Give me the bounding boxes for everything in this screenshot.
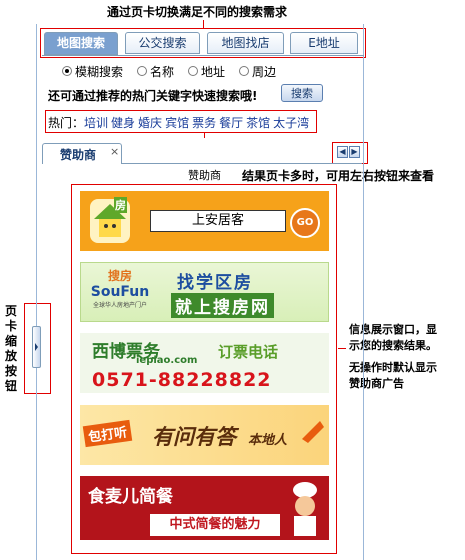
hot-label: 热门： [48, 116, 85, 130]
radio-fuzzy[interactable]: 模糊搜索 [62, 63, 123, 80]
ad-banner-baodating[interactable]: 包打听 有问有答 本地人 [80, 405, 329, 465]
pointer-icon [302, 421, 324, 443]
search-mode-radios: 模糊搜索 名称 地址 周边 [62, 62, 290, 80]
next-result-button[interactable]: ▶ [349, 146, 360, 158]
ad-banner-iepiao[interactable]: 西博票务 iepiao.com 订票电话 0571-88228822 [80, 333, 329, 393]
tab-sponsor-label: 赞助商 [60, 148, 97, 162]
tab-e-address[interactable]: E地址 [290, 32, 358, 54]
ad-banner-soufun[interactable]: 搜房 SouFun 全球华人房地产门户 找学区房 就上搜房网 [80, 262, 329, 322]
hot-keyword[interactable]: 婚庆 [138, 116, 162, 130]
hot-keyword-hint: 还可通过推荐的热门关键字快速搜索哦! [48, 89, 258, 103]
radio-icon[interactable] [62, 66, 72, 76]
tab-find-store[interactable]: 地图找店 [207, 32, 284, 54]
hot-keyword[interactable]: 茶馆 [246, 116, 270, 130]
close-icon[interactable]: × [110, 145, 119, 158]
soufun-logo: 搜房 SouFun 全球华人房地产门户 [90, 269, 150, 309]
hot-keyword[interactable]: 健身 [111, 116, 135, 130]
radio-name[interactable]: 名称 [137, 63, 174, 80]
panel-collapse-button[interactable] [32, 326, 41, 368]
search-button[interactable]: 搜索 [281, 84, 323, 102]
radio-icon[interactable] [239, 66, 250, 76]
radio-address[interactable]: 地址 [188, 63, 225, 80]
hot-keyword[interactable]: 宾馆 [165, 116, 189, 130]
chef-icon [286, 480, 324, 538]
radio-icon[interactable] [137, 66, 148, 76]
tab-sponsor[interactable]: 赞助商 × [42, 143, 122, 164]
search-tab-bar: 地图搜索 公交搜索 地图找店 E地址 [42, 30, 364, 56]
radio-icon[interactable] [188, 66, 199, 76]
tab-map-search[interactable]: 地图搜索 [44, 32, 118, 55]
hot-keyword[interactable]: 太子湾 [273, 116, 309, 130]
ad-text: 上安居客 [150, 210, 286, 232]
radio-nearby[interactable]: 周边 [239, 63, 276, 80]
tab-bus-search[interactable]: 公交搜索 [125, 32, 200, 54]
annotation-collapse-note: 页 卡 缩 放 按 钮 [4, 304, 17, 393]
hot-keyword[interactable]: 餐厅 [219, 116, 243, 130]
house-icon: 房 [90, 197, 130, 243]
chevron-right-icon [35, 343, 38, 351]
prev-result-button[interactable]: ◀ [337, 146, 348, 158]
ad-banner-shimaier[interactable]: 食麦儿简餐 中式简餐的魅力 [80, 476, 329, 540]
ad-banner-anjuke[interactable]: 房 上安居客 GO [80, 191, 329, 251]
go-button[interactable]: GO [290, 208, 320, 238]
hot-keyword[interactable]: 票务 [192, 116, 216, 130]
annotation-tabs-note: 通过页卡切换满足不同的搜索需求 [107, 5, 288, 19]
hot-keywords: 热门：培训 健身 婚庆 宾馆 票务 餐厅 茶馆 太子湾 [48, 115, 312, 131]
hot-keyword[interactable]: 培训 [84, 116, 108, 130]
